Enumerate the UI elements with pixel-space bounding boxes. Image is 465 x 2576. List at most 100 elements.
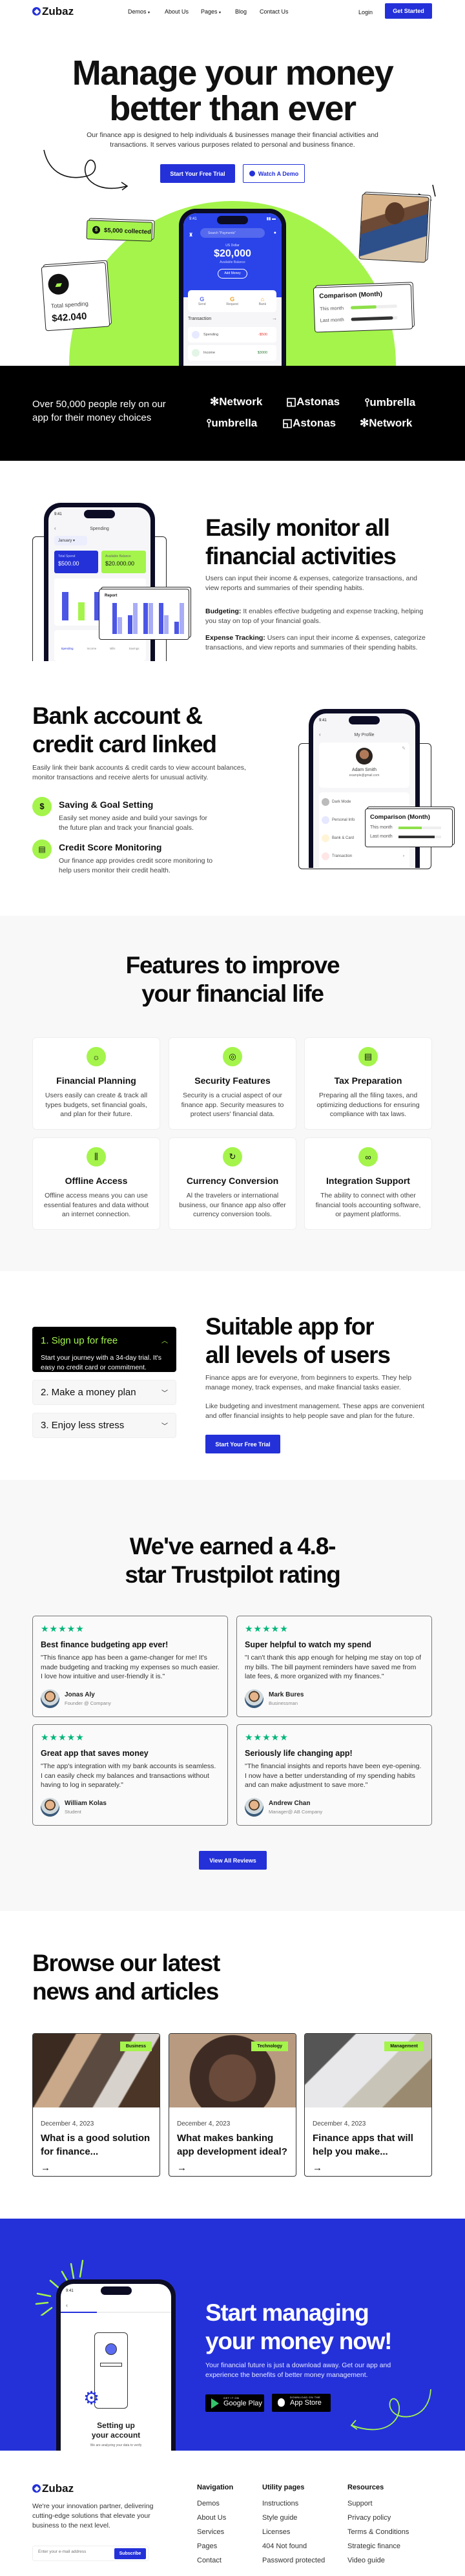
feature-desc: Al the travelers or international busine… — [179, 1192, 286, 1218]
category-tag: Technology — [251, 2042, 288, 2051]
feature-title: Tax Preparation — [334, 1075, 402, 1086]
feature-desc: Offline access means you can use essenti… — [43, 1192, 149, 1218]
email-input[interactable] — [38, 2550, 109, 2554]
nav-pages[interactable]: Pages ▾ — [201, 8, 221, 15]
review-card: ★★★★★ Super helpful to watch my spend "I c… — [236, 1616, 432, 1717]
setup-phone-mockup: 9:41 ‹ ⚙ Setting up your account We are a… — [56, 2279, 176, 2451]
menu-transaction[interactable]: Transaction › — [332, 854, 404, 858]
dollar-icon: $ — [92, 226, 101, 234]
search-input[interactable]: Search "Payments" — [200, 228, 265, 238]
footer-link[interactable]: Password protected — [262, 2553, 325, 2568]
app-store-button[interactable]: DOWNLOAD ON THE App Store — [272, 2394, 331, 2412]
footer-link[interactable]: Style guide — [262, 2511, 325, 2525]
footer-link[interactable]: Demos — [197, 2497, 233, 2511]
steps-section: 1. Sign up for free ︿ Start your journey … — [0, 1271, 465, 1480]
dynamic-island — [100, 2286, 132, 2295]
reviewer-name: Jonas Aly — [65, 1691, 95, 1698]
edit-icon[interactable]: ✎ — [402, 746, 406, 751]
article-title: Finance apps that will help you make... — [313, 2133, 413, 2157]
arrow-right-icon[interactable]: → — [272, 315, 277, 321]
accordion-item-sign-up[interactable]: 1. Sign up for free ︿ Start your journey … — [32, 1327, 176, 1372]
feature-title: Integration Support — [326, 1176, 410, 1186]
report-bar-chart — [112, 600, 184, 634]
bank-action[interactable]: ⌂ Bank — [259, 296, 266, 306]
comparison-card: Comparison (Month) This month Last month — [313, 284, 413, 333]
footer-link[interactable]: Support — [347, 2497, 409, 2511]
transaction-row[interactable]: Spending -$500 — [188, 327, 276, 343]
tab-savings[interactable]: Savings — [129, 647, 139, 661]
card-value: $20.000.00 — [105, 560, 135, 567]
tab-income[interactable]: Income — [87, 647, 96, 661]
accordion-item-less-stress[interactable]: 3. Enjoy less stress ﹀ — [32, 1413, 176, 1438]
watch-demo-button[interactable]: Watch A Demo — [243, 164, 305, 183]
article-title: What is a good solution for finance... — [41, 2133, 150, 2157]
nav-contact[interactable]: Contact Us — [260, 8, 289, 15]
start-free-trial-button[interactable]: Start Your Free Trial — [205, 1435, 280, 1453]
footer-link[interactable]: About Us — [197, 2511, 233, 2525]
view-all-reviews-button[interactable]: View All Reviews — [199, 1851, 267, 1870]
lightbulb-icon: ☼ — [87, 1047, 106, 1066]
news-card[interactable]: Management December 4, 2023 Finance apps t… — [304, 2033, 432, 2177]
menu-personal-info[interactable]: Personal Info — [332, 818, 355, 822]
send-action[interactable]: G Send — [198, 296, 206, 306]
start-free-trial-button[interactable]: Start Your Free Trial — [160, 164, 235, 183]
footer-link[interactable]: Contact — [197, 2553, 233, 2568]
footer-logo[interactable]: Zubaz — [32, 2482, 74, 2495]
back-icon[interactable]: ‹ — [66, 2302, 68, 2308]
subscribe-button[interactable]: Subscribe — [114, 2548, 146, 2559]
available-balance-card: Available Balance $20.000.00 — [101, 551, 146, 573]
transaction-row[interactable]: Income $3000 — [188, 345, 276, 361]
footer-link[interactable]: Pages — [197, 2539, 233, 2553]
request-action[interactable]: G Request — [226, 296, 238, 306]
reviewer-role: Student — [65, 1808, 81, 1815]
monitor-section: 9:41 ‹ Spending January ▾ Total Spend $50… — [0, 461, 465, 661]
footer-link[interactable]: Services — [197, 2525, 233, 2539]
news-card[interactable]: Business December 4, 2023 What is a good s… — [32, 2033, 160, 2177]
nav-blog[interactable]: Blog — [235, 8, 247, 15]
footer-link[interactable]: 404 Not found — [262, 2539, 325, 2553]
income-icon — [192, 349, 200, 357]
footer-link[interactable]: Privacy policy — [347, 2511, 409, 2525]
refresh-icon: ↻ — [223, 1147, 242, 1167]
trust-section: Over 50,000 people rely on our app for t… — [0, 366, 465, 461]
review-title: Seriously life changing app! — [245, 1749, 353, 1758]
chevron-down-icon: ▾ — [148, 11, 150, 15]
accordion-item-money-plan[interactable]: 2. Make a money plan ﹀ — [32, 1380, 176, 1405]
logo[interactable]: Zubaz — [32, 5, 74, 18]
login-link[interactable]: Login — [358, 9, 373, 16]
footer-link[interactable]: Video guide — [347, 2553, 409, 2568]
cta-description: Your financial future is just a download… — [205, 2361, 391, 2379]
report-card: Report — [99, 589, 189, 640]
month-label: January — [58, 539, 72, 543]
currency-selector[interactable]: US Dollar — [183, 244, 282, 248]
month-selector[interactable]: January ▾ — [54, 536, 87, 545]
chevron-up-icon: ︿ — [161, 1338, 168, 1345]
screen-title: My Profile — [354, 733, 375, 737]
footer-link[interactable]: Terms & Conditions — [347, 2525, 409, 2539]
report-title: Report — [105, 594, 118, 598]
menu-dark-mode[interactable]: Dark Mode — [332, 800, 351, 804]
nav-demos[interactable]: Demos ▾ — [128, 8, 150, 15]
quick-actions-card: G Send G Request ⌂ Bank — [188, 290, 276, 312]
dollar-icon: $ — [32, 797, 52, 816]
last-month-bar — [398, 835, 441, 838]
tab-bills[interactable]: Bills — [110, 647, 115, 661]
nav-about[interactable]: About Us — [165, 8, 189, 15]
google-play-button[interactable]: GET IT ON Google Play — [205, 2394, 264, 2412]
review-quote: "The app's integration with my bank acco… — [41, 1762, 216, 1789]
footer-link[interactable]: Licenses — [262, 2525, 325, 2539]
action-label: Send — [198, 302, 206, 306]
link-icon: ∞ — [358, 1147, 378, 1167]
get-started-button[interactable]: Get Started — [385, 3, 432, 19]
avatar — [41, 1797, 59, 1817]
add-money-button[interactable]: Add Money — [218, 269, 247, 279]
footer-link[interactable]: Strategic finance — [347, 2539, 409, 2553]
menu-bank-card[interactable]: Bank & Card — [332, 836, 354, 840]
steps-title: Suitable app for all levels of users — [205, 1313, 391, 1368]
tab-spending[interactable]: Spending — [61, 647, 73, 661]
news-card[interactable]: Technology December 4, 2023 What makes ban… — [169, 2033, 296, 2177]
expense-tracking-text: Expense Tracking: Users can input their … — [205, 634, 426, 651]
star-rating: ★★★★★ — [41, 1732, 85, 1742]
status-time: 9:41 — [66, 2289, 74, 2293]
footer-link[interactable]: Instructions — [262, 2497, 325, 2511]
